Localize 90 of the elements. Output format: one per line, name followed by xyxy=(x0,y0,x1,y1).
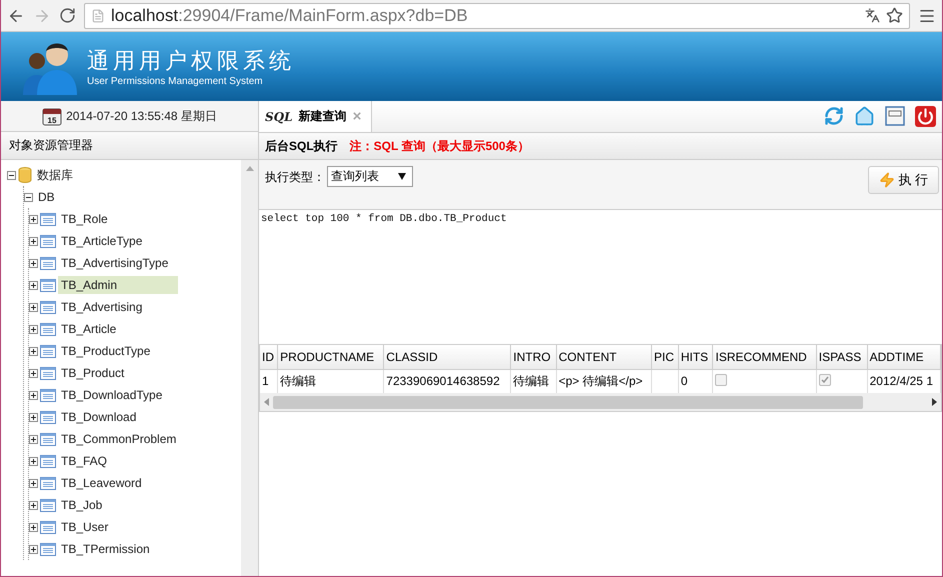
window-icon[interactable] xyxy=(885,106,905,126)
lightning-icon xyxy=(879,172,896,188)
database-icon xyxy=(18,167,32,183)
column-header[interactable]: INTRO xyxy=(510,345,556,369)
table-icon xyxy=(40,410,56,424)
table-icon xyxy=(40,498,56,512)
tree-item[interactable]: TB_ArticleType xyxy=(58,232,146,250)
tree-item[interactable]: TB_Admin xyxy=(58,276,178,294)
expand-icon[interactable] xyxy=(29,478,38,488)
translate-icon[interactable] xyxy=(865,8,880,23)
expand-icon[interactable] xyxy=(29,236,38,246)
table-icon xyxy=(40,520,56,534)
reload-icon[interactable] xyxy=(59,7,76,24)
tree-item[interactable]: TB_Job xyxy=(58,496,106,514)
column-header[interactable]: PRODUCTNAME xyxy=(278,345,384,369)
app-title: 通用用户权限系统 xyxy=(87,48,295,76)
page-icon xyxy=(91,8,105,22)
column-header[interactable]: PIC xyxy=(652,345,678,369)
tree-item[interactable]: TB_Advertising xyxy=(58,298,146,316)
tree-item[interactable]: TB_TPermission xyxy=(58,540,153,558)
tree-item[interactable]: TB_ProductType xyxy=(58,342,154,360)
table-icon xyxy=(40,234,56,248)
table-icon xyxy=(40,454,56,468)
tree-item[interactable]: TB_Article xyxy=(58,320,120,338)
expand-icon[interactable] xyxy=(29,302,38,312)
tree-item[interactable]: TB_Leaveword xyxy=(58,474,145,492)
power-icon[interactable] xyxy=(915,106,936,127)
app-subtitle: User Permissions Management System xyxy=(87,76,264,87)
dropdown-caret-icon xyxy=(398,173,406,180)
refresh-icon[interactable] xyxy=(824,106,844,127)
url-host: localhost xyxy=(111,6,178,26)
expand-icon[interactable] xyxy=(29,390,38,400)
column-header[interactable]: ID xyxy=(260,345,278,369)
table-icon xyxy=(40,432,56,446)
table-icon xyxy=(40,212,56,226)
address-bar[interactable]: localhost:29904/Frame/MainForm.aspx?db=DB xyxy=(84,2,910,28)
table-icon xyxy=(40,278,56,292)
expand-icon[interactable] xyxy=(29,412,38,422)
type-label: 执行类型： xyxy=(265,169,325,186)
tree-item[interactable]: TB_FAQ xyxy=(58,452,110,470)
tree-item[interactable]: DB xyxy=(35,188,58,206)
table-icon xyxy=(40,322,56,336)
column-header[interactable]: HITS xyxy=(678,345,713,369)
expand-icon[interactable] xyxy=(29,434,38,444)
url-path: :29904/Frame/MainForm.aspx?db=DB xyxy=(178,6,469,26)
home-icon[interactable] xyxy=(854,106,875,127)
expand-icon[interactable] xyxy=(29,500,38,510)
query-note: 注：SQL 查询（最大显示500条） xyxy=(350,138,530,154)
date-time: 2014-07-20 13:55:48 星期日 xyxy=(66,108,217,124)
expand-icon[interactable] xyxy=(29,346,38,356)
column-header[interactable]: ADDTIME xyxy=(867,345,940,369)
tree-item[interactable]: 数据库 xyxy=(34,164,76,186)
table-icon xyxy=(40,300,56,314)
table-icon xyxy=(40,542,56,556)
expand-icon[interactable] xyxy=(29,544,38,554)
collapse-icon[interactable] xyxy=(24,192,33,202)
column-header[interactable]: ISPASS xyxy=(816,345,868,369)
table-icon xyxy=(40,366,56,380)
expand-icon[interactable] xyxy=(29,324,38,334)
tree-item[interactable]: TB_Download xyxy=(58,408,140,426)
calendar-icon: 15 xyxy=(42,106,62,126)
table-icon xyxy=(40,344,56,358)
table-icon xyxy=(40,476,56,490)
scroll-right-icon[interactable] xyxy=(932,398,937,406)
panel-title: 对象资源管理器 xyxy=(1,132,258,160)
star-icon[interactable] xyxy=(886,7,903,24)
tree-item[interactable]: TB_User xyxy=(58,518,112,536)
execute-button[interactable]: 执 行 xyxy=(868,166,939,194)
query-tab[interactable]: SQL 新建查询 × xyxy=(259,101,372,132)
expand-icon[interactable] xyxy=(29,214,38,224)
table-icon xyxy=(40,388,56,402)
section-title: 后台SQL执行 xyxy=(265,138,338,154)
expand-icon[interactable] xyxy=(29,258,38,268)
tree-item[interactable]: TB_DownloadType xyxy=(58,386,166,404)
column-header[interactable]: ISRECOMMEND xyxy=(712,345,816,369)
tree-item[interactable]: TB_AdvertisingType xyxy=(58,254,172,272)
expand-icon[interactable] xyxy=(29,368,38,378)
horizontal-scrollbar[interactable] xyxy=(260,393,941,411)
column-header[interactable]: CLASSID xyxy=(384,345,511,369)
expand-icon[interactable] xyxy=(29,522,38,532)
type-select[interactable]: 查询列表 xyxy=(327,166,413,187)
table-icon xyxy=(40,256,56,270)
tree-item[interactable]: TB_Role xyxy=(58,210,111,228)
expand-icon[interactable] xyxy=(29,456,38,466)
tree-item[interactable]: TB_CommonProblem xyxy=(58,430,180,448)
column-header[interactable]: CONTENT xyxy=(556,345,652,369)
expand-icon[interactable] xyxy=(29,280,38,290)
collapse-icon[interactable] xyxy=(7,170,16,180)
scrollbar[interactable] xyxy=(241,160,258,576)
tree-item[interactable]: TB_Product xyxy=(58,364,128,382)
